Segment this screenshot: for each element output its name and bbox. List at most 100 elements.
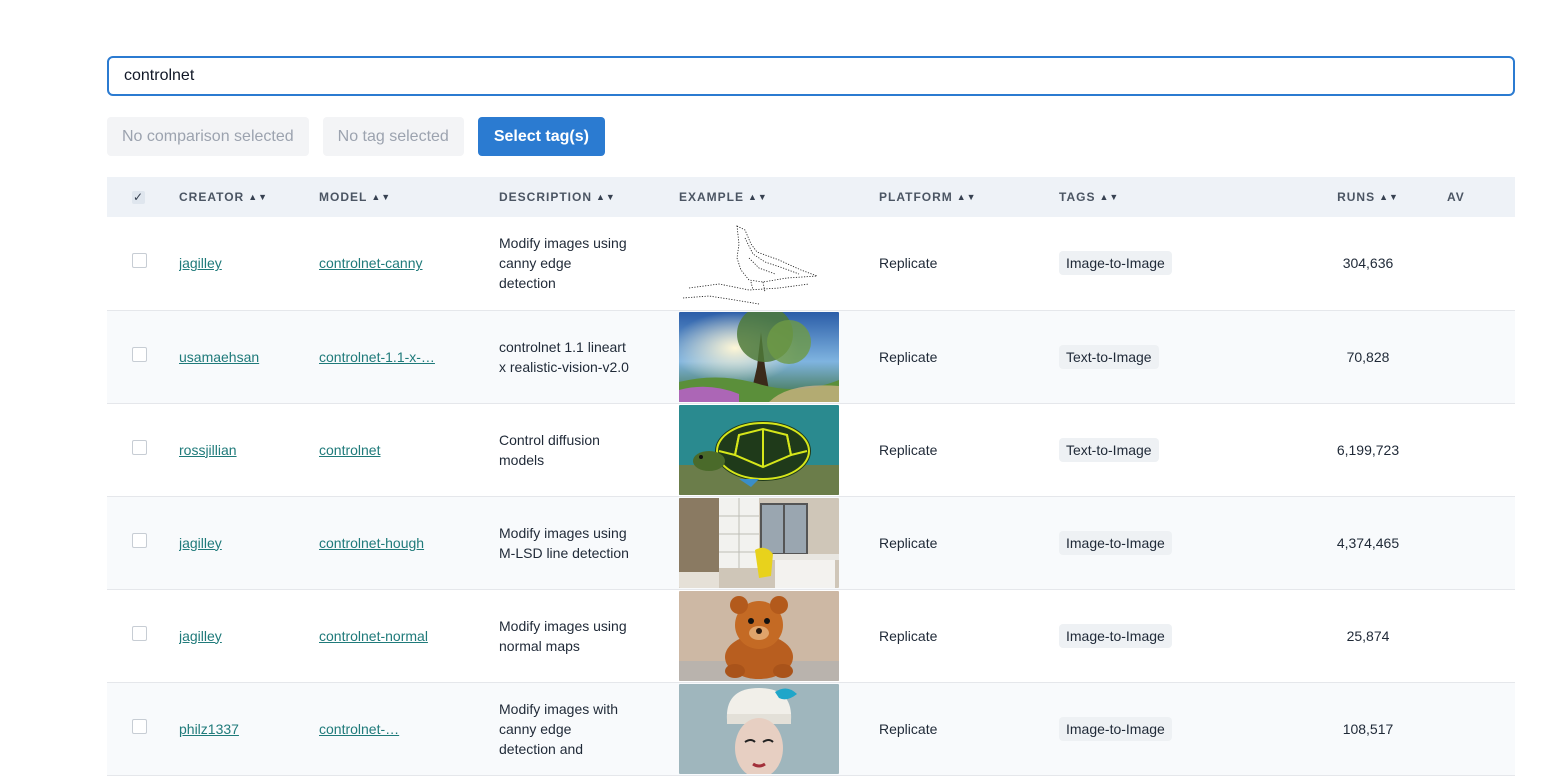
creator-cell: usamaehsan	[179, 310, 319, 404]
table-row: jagilley controlnet-normal Modify images…	[107, 589, 1515, 683]
table-body: jagilley controlnet-canny Modify images …	[107, 217, 1515, 776]
row-select-cell	[107, 310, 179, 404]
tag-filter[interactable]: No tag selected	[322, 117, 464, 156]
description-cell: Control diffusion models	[499, 403, 679, 497]
platform-cell: Replicate	[879, 403, 1059, 497]
header-tags[interactable]: TAGS ▲▼	[1059, 177, 1289, 217]
creator-link[interactable]: usamaehsan	[179, 347, 305, 367]
runs-count: 70,828	[1346, 348, 1390, 365]
header-model[interactable]: MODEL ▲▼	[319, 177, 499, 217]
example-image[interactable]	[679, 404, 879, 495]
runs-cell: 108,517	[1289, 682, 1447, 776]
description-text: Modify images using canny edge detection	[499, 235, 627, 292]
runs-cell: 25,874	[1289, 589, 1447, 683]
tag-badge[interactable]: Image-to-Image	[1059, 251, 1172, 276]
model-cell: controlnet-hough	[319, 496, 499, 590]
avg-cell	[1447, 589, 1515, 683]
runs-count: 4,374,465	[1336, 534, 1400, 551]
example-cell	[679, 496, 879, 590]
sort-icon: ▲▼	[1379, 192, 1399, 202]
models-table-container: ✓ CREATOR ▲▼ MODEL ▲▼ DESCRIPTION ▲▼ EXAMPL…	[107, 177, 1515, 777]
description-text: controlnet 1.1 lineart x realistic-visio…	[499, 338, 629, 375]
creator-cell: rossjillian	[179, 403, 319, 497]
runs-cell: 304,636	[1289, 217, 1447, 311]
tag-badge[interactable]: Image-to-Image	[1059, 623, 1172, 648]
example-cell	[679, 589, 879, 683]
row-checkbox[interactable]	[132, 532, 147, 548]
platform-text: Replicate	[879, 627, 938, 644]
description-cell: Modify images using normal maps	[499, 589, 679, 683]
tags-cell: Text-to-Image	[1059, 403, 1289, 497]
example-image[interactable]	[679, 683, 879, 774]
description-cell: Modify images using canny edge detection	[499, 217, 679, 311]
tags-cell: Image-to-Image	[1059, 496, 1289, 590]
tag-badge[interactable]: Image-to-Image	[1059, 716, 1172, 741]
header-platform[interactable]: PLATFORM ▲▼	[879, 177, 1059, 217]
filter-bar: No comparison selected No tag selected S…	[107, 117, 1515, 156]
platform-text: Replicate	[879, 720, 938, 737]
example-cell	[679, 217, 879, 311]
model-link[interactable]: controlnet-1.1-x-…	[319, 347, 445, 367]
tags-cell: Image-to-Image	[1059, 589, 1289, 683]
main-container: No comparison selected No tag selected S…	[107, 56, 1515, 777]
row-checkbox[interactable]	[132, 439, 147, 455]
sort-icon: ▲▼	[248, 192, 269, 202]
runs-cell: 6,199,723	[1289, 403, 1447, 497]
select-all-cell: ✓	[107, 177, 179, 217]
comparison-filter[interactable]: No comparison selected	[107, 117, 309, 156]
model-link[interactable]: controlnet-normal	[319, 626, 445, 646]
example-image[interactable]	[679, 497, 879, 588]
platform-text: Replicate	[879, 534, 938, 551]
description-cell: Modify images with canny edge detection …	[499, 682, 679, 776]
tags-cell: Text-to-Image	[1059, 310, 1289, 404]
avg-cell	[1447, 310, 1515, 404]
avg-cell	[1447, 403, 1515, 497]
avg-cell	[1447, 682, 1515, 776]
header-creator[interactable]: CREATOR ▲▼	[179, 177, 319, 217]
example-cell	[679, 310, 879, 404]
row-select-cell	[107, 217, 179, 311]
model-link[interactable]: controlnet	[319, 440, 445, 460]
creator-cell: jagilley	[179, 589, 319, 683]
header-runs[interactable]: RUNS ▲▼	[1289, 177, 1447, 217]
platform-text: Replicate	[879, 348, 938, 365]
table-row: jagilley controlnet-canny Modify images …	[107, 217, 1515, 311]
sort-icon: ▲▼	[956, 192, 977, 202]
creator-link[interactable]: jagilley	[179, 533, 305, 553]
row-select-cell	[107, 682, 179, 776]
example-image[interactable]	[679, 590, 879, 681]
search-input[interactable]	[107, 56, 1515, 96]
model-cell: controlnet-1.1-x-…	[319, 310, 499, 404]
select-tags-button[interactable]: Select tag(s)	[477, 117, 605, 156]
model-link[interactable]: controlnet-hough	[319, 533, 445, 553]
tag-badge[interactable]: Text-to-Image	[1059, 437, 1159, 462]
tag-badge[interactable]: Text-to-Image	[1059, 344, 1159, 369]
header-avg[interactable]: AV	[1447, 177, 1515, 217]
example-image[interactable]	[679, 311, 879, 402]
description-text: Modify images using normal maps	[499, 617, 627, 654]
sort-icon: ▲▼	[1099, 192, 1120, 202]
sort-icon: ▲▼	[596, 192, 616, 202]
platform-cell: Replicate	[879, 589, 1059, 683]
tags-cell: Image-to-Image	[1059, 217, 1289, 311]
example-image[interactable]	[679, 218, 879, 309]
row-checkbox[interactable]	[132, 718, 147, 734]
model-cell: controlnet-canny	[319, 217, 499, 311]
platform-text: Replicate	[879, 441, 938, 458]
creator-link[interactable]: jagilley	[179, 253, 305, 273]
header-description[interactable]: DESCRIPTION ▲▼	[499, 177, 679, 217]
creator-link[interactable]: jagilley	[179, 626, 305, 646]
creator-link[interactable]: philz1337	[179, 719, 305, 739]
sort-icon: ▲▼	[371, 192, 392, 202]
tag-badge[interactable]: Image-to-Image	[1059, 530, 1172, 555]
select-all-checkbox[interactable]: ✓	[132, 191, 145, 204]
platform-cell: Replicate	[879, 217, 1059, 311]
header-example[interactable]: EXAMPLE ▲▼	[679, 177, 879, 217]
row-checkbox[interactable]	[132, 253, 147, 269]
row-checkbox[interactable]	[132, 346, 147, 362]
table-row: usamaehsan controlnet-1.1-x-… controlnet…	[107, 310, 1515, 404]
model-link[interactable]: controlnet-canny	[319, 253, 445, 273]
creator-link[interactable]: rossjillian	[179, 440, 305, 460]
model-link[interactable]: controlnet-…	[319, 719, 445, 739]
row-checkbox[interactable]	[132, 625, 147, 641]
